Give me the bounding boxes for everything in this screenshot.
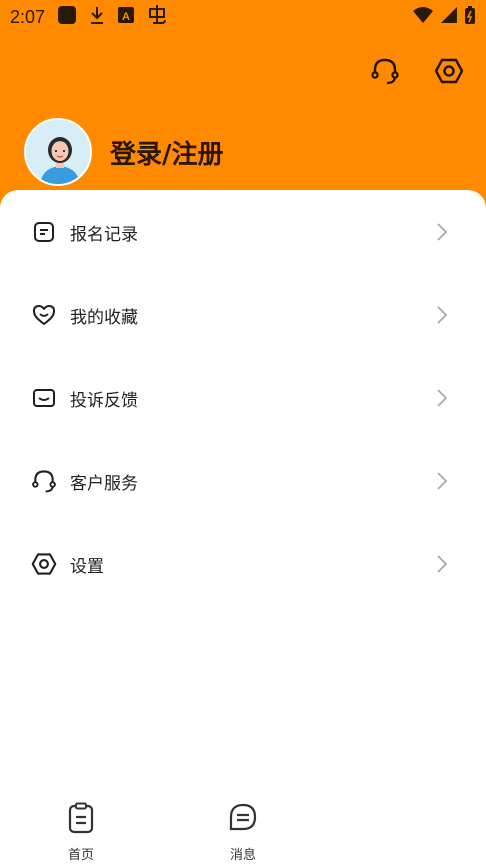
tab-home[interactable]: 首页 (51, 802, 111, 863)
heart-icon (30, 301, 58, 329)
menu-item-label: 我的收藏 (70, 307, 138, 328)
menu-item-customer-service[interactable]: 客户服务 (0, 451, 486, 511)
login-register-link[interactable]: 登录/注册 (110, 134, 224, 171)
menu-item-label: 投诉反馈 (70, 390, 138, 411)
signal-icon (440, 6, 458, 29)
customer-service-button[interactable] (368, 56, 402, 90)
settings-button[interactable] (432, 56, 466, 90)
menu-item-label: 设置 (70, 556, 104, 577)
settings-hex-icon (434, 56, 464, 90)
settings-hex-icon (30, 550, 58, 578)
menu-item-label: 报名记录 (70, 224, 138, 245)
tab-label: 消息 (229, 848, 256, 863)
menu-card: 报名记录 我的收藏 投诉反馈 客户服务 设置 (0, 190, 486, 800)
chevron-right-icon (432, 471, 452, 491)
battery-icon (464, 5, 476, 30)
chinese-char-icon (147, 4, 167, 31)
tab-messages[interactable]: 消息 (213, 802, 273, 863)
clipboard-icon (67, 802, 95, 838)
text-a-icon: A (117, 6, 135, 29)
svg-text:A: A (122, 11, 130, 23)
headset-icon (370, 56, 400, 90)
status-time: 2:07 (10, 6, 46, 27)
chevron-right-icon (432, 222, 452, 242)
tab-label: 首页 (67, 848, 94, 863)
chevron-right-icon (432, 388, 452, 408)
profile-section: 登录/注册 (24, 118, 224, 186)
message-icon (228, 802, 258, 838)
chevron-right-icon (432, 554, 452, 574)
headset-icon (30, 467, 58, 495)
menu-item-complaint-feedback[interactable]: 投诉反馈 (0, 368, 486, 428)
menu-item-settings[interactable]: 设置 (0, 534, 486, 594)
avatar[interactable] (24, 118, 92, 186)
menu-item-my-favorites[interactable]: 我的收藏 (0, 285, 486, 345)
status-icons-left: A (57, 4, 167, 31)
top-actions (368, 56, 466, 90)
status-bar: 2:07 A (0, 0, 486, 34)
app-square-icon (57, 5, 77, 30)
menu-item-label: 客户服务 (70, 473, 138, 494)
feedback-icon (30, 384, 58, 412)
bottom-tab-bar: 首页 消息 (0, 800, 486, 864)
wifi-icon (412, 6, 434, 29)
header-banner: 2:07 A 登录/注册 (0, 0, 486, 215)
chevron-right-icon (432, 305, 452, 325)
status-icons-right (412, 5, 476, 30)
menu-item-registration-record[interactable]: 报名记录 (0, 202, 486, 262)
registration-record-icon (30, 218, 58, 246)
download-icon (89, 5, 105, 30)
